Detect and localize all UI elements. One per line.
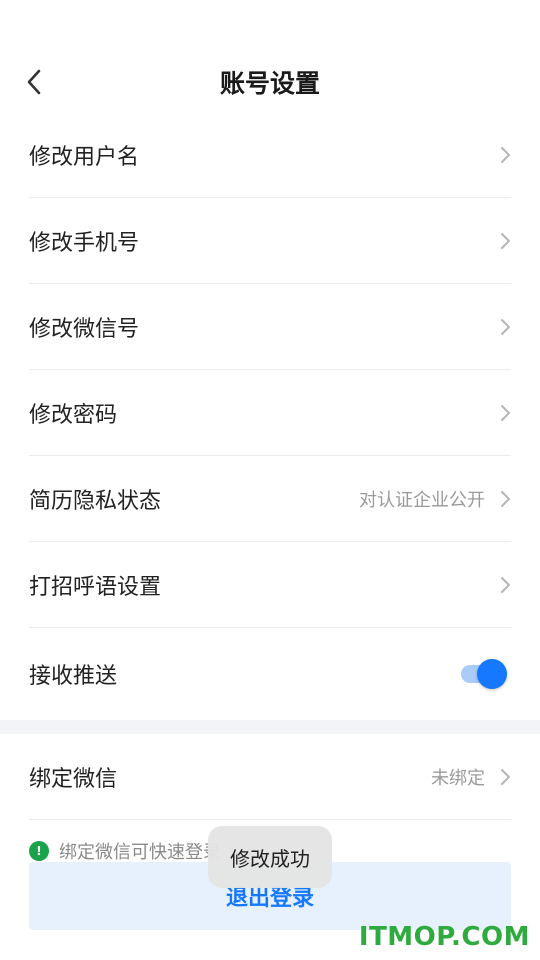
page-title: 账号设置 — [219, 69, 320, 98]
row-label: 接收推送 — [29, 664, 118, 689]
toggle-knob — [477, 659, 507, 689]
settings-row-greeting[interactable]: 打招呼语设置 — [29, 542, 511, 628]
toast: 修改成功 — [208, 826, 332, 888]
hint-text: 绑定微信可快速登录 — [59, 842, 221, 863]
settings-row-phone[interactable]: 修改手机号 — [29, 198, 511, 284]
settings-row-password[interactable]: 修改密码 — [29, 370, 511, 456]
chevron-right-icon — [499, 146, 511, 164]
chevron-right-icon — [499, 576, 511, 594]
chevron-right-icon — [499, 232, 511, 250]
settings-row-bind-wechat[interactable]: 绑定微信 未绑定 — [29, 734, 511, 820]
settings-row-username[interactable]: 修改用户名 — [29, 112, 511, 198]
section-divider — [0, 720, 540, 734]
settings-list: 修改用户名 修改手机号 修改微信号 修改密码 简历隐私状态 对认证企业公开 打招… — [0, 112, 540, 720]
wechat-hint: ! 绑定微信可快速登录 — [29, 838, 221, 864]
chevron-right-icon — [499, 318, 511, 336]
header: 账号设置 — [0, 52, 540, 112]
row-label: 绑定微信 — [29, 766, 118, 792]
row-value: 对认证企业公开 — [359, 489, 485, 511]
row-label: 打招呼语设置 — [29, 574, 162, 600]
row-label: 修改密码 — [29, 402, 118, 428]
row-label: 修改微信号 — [29, 316, 140, 342]
toast-text: 修改成功 — [230, 846, 310, 871]
chevron-right-icon — [499, 404, 511, 422]
watermark: ITMOP.COM — [358, 922, 530, 952]
row-label: 修改用户名 — [29, 144, 140, 170]
row-label: 简历隐私状态 — [29, 488, 162, 514]
info-icon: ! — [29, 841, 49, 861]
row-label: 修改手机号 — [29, 230, 140, 256]
settings-row-wechat-id[interactable]: 修改微信号 — [29, 284, 511, 370]
settings-row-resume-privacy[interactable]: 简历隐私状态 对认证企业公开 — [29, 456, 511, 542]
push-toggle[interactable] — [461, 659, 507, 689]
chevron-right-icon — [499, 768, 511, 786]
settings-row-push: 接收推送 — [29, 628, 511, 720]
row-value: 未绑定 — [431, 767, 485, 789]
chevron-right-icon — [499, 490, 511, 508]
